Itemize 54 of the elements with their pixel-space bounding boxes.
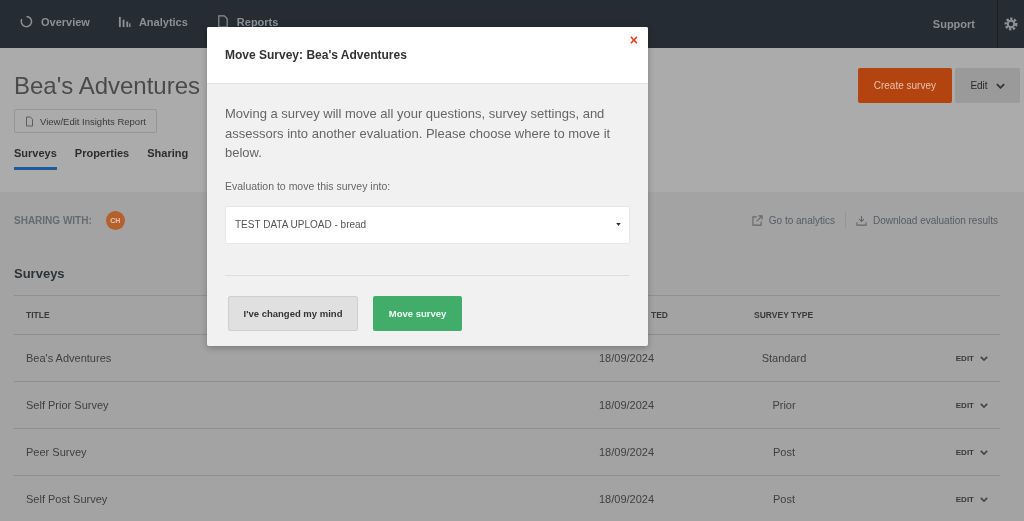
survey-title-cell-text: Peer Survey [26, 446, 88, 458]
page-title: Bea's Adventures [14, 72, 201, 100]
date-cell-text: 18/09/2024 [599, 446, 656, 458]
section-heading: Surveys [14, 265, 66, 283]
tab[interactable]: Sharing [147, 147, 189, 170]
survey-type-cell-text: Prior [771, 399, 797, 411]
tab[interactable]: Properties [74, 147, 130, 170]
column-header: SURVEY TYPE [753, 310, 815, 320]
field-label: Evaluation to move this survey into: [225, 179, 392, 192]
column-header: TITLE [26, 310, 50, 320]
survey-type-cell-text: Standard [760, 352, 808, 364]
date-cell-text: 18/09/2024 [599, 493, 656, 505]
download-icon [855, 214, 867, 226]
external-link-icon [751, 214, 763, 226]
survey-title-cell-text: Self Post Survey [26, 493, 109, 505]
nav-link[interactable]: Analytics [117, 15, 188, 28]
survey-title-cell-text: Bea's Adventures [26, 352, 113, 364]
chevron-down-icon [995, 82, 1005, 89]
bar-chart-icon [117, 15, 131, 28]
edit-dropdown-link[interactable]: EDIT [955, 494, 988, 504]
edit-dropdown-button[interactable]: Edit [955, 68, 1020, 103]
cancel-button[interactable]: I've changed my mind [228, 295, 358, 331]
dialog-title: Move Survey: Bea's Adventures [225, 48, 407, 62]
spinner-icon [20, 15, 33, 28]
nav-link[interactable]: Reports [215, 15, 279, 28]
download-link[interactable]: Download evaluation results [855, 214, 998, 226]
survey-title-cell-text: Self Prior Survey [26, 399, 110, 411]
edit-dropdown-link[interactable]: EDIT [955, 400, 988, 410]
sharing-label: SHARING WITH: [14, 214, 92, 226]
close-button[interactable]: × [627, 32, 640, 48]
chevron-down-icon [980, 355, 988, 361]
date-cell-text: 18/09/2024 [599, 352, 656, 364]
edit-dropdown-link[interactable]: EDIT [955, 353, 988, 363]
settings-icon[interactable] [1003, 16, 1019, 32]
tab[interactable]: Surveys [14, 147, 57, 170]
edit-dropdown-link[interactable]: EDIT [955, 447, 988, 457]
create-survey-button[interactable]: Create survey [857, 68, 952, 103]
analytics-link[interactable]: Go to analytics [751, 214, 835, 226]
chevron-down-icon [980, 402, 988, 408]
document-icon [25, 115, 34, 127]
nav-link[interactable]: Overview [20, 15, 90, 28]
move-survey-button[interactable]: Move survey [373, 295, 462, 331]
survey-type-cell-text: Post [772, 493, 796, 505]
evaluation-select[interactable]: TEST DATA UPLOAD - bread [225, 205, 630, 244]
chevron-down-icon [980, 449, 988, 455]
document-icon [215, 15, 229, 28]
support-link[interactable]: Support [932, 18, 975, 30]
column-header: TED [651, 310, 668, 320]
insights-report-button[interactable]: View/Edit Insights Report [14, 109, 157, 133]
date-cell-text: 18/09/2024 [599, 399, 656, 411]
chevron-down-icon [980, 496, 988, 502]
caret-icon [616, 223, 621, 226]
dialog-description: Moving a survey will move all your questions, survey settings, and assessors into another evaluation. Please choose where to move it below. [225, 105, 612, 162]
survey-type-cell-text: Post [772, 446, 796, 458]
